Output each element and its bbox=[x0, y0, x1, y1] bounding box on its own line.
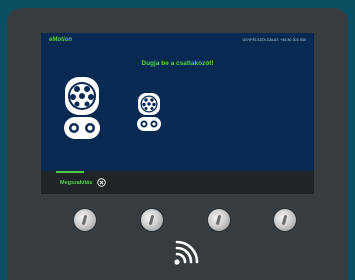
screen-bottom-bar: Megszakítás bbox=[41, 171, 314, 194]
brand-logo: eMotion bbox=[49, 37, 72, 43]
close-circle-icon bbox=[97, 178, 107, 187]
charger-screen: eMotion ÜGYFÉLSZOLGÁLAT: +36 80 303 030 … bbox=[41, 33, 314, 171]
service-hotline: ÜGYFÉLSZOLGÁLAT: +36 80 303 030 bbox=[242, 38, 306, 42]
hardware-button-3[interactable] bbox=[208, 209, 230, 231]
cancel-button[interactable]: Megszakítás bbox=[41, 171, 113, 194]
type2-connector-icon bbox=[137, 93, 161, 131]
ccs-connector-icon bbox=[64, 77, 100, 139]
hardware-button-1[interactable] bbox=[74, 209, 96, 231]
cancel-label: Megszakítás bbox=[60, 179, 93, 186]
hardware-button-4[interactable] bbox=[274, 209, 296, 231]
contactless-icon[interactable] bbox=[172, 239, 200, 267]
hardware-button-2[interactable] bbox=[141, 209, 163, 231]
instruction-text: Dugja be a csatlakozót! bbox=[141, 60, 214, 67]
